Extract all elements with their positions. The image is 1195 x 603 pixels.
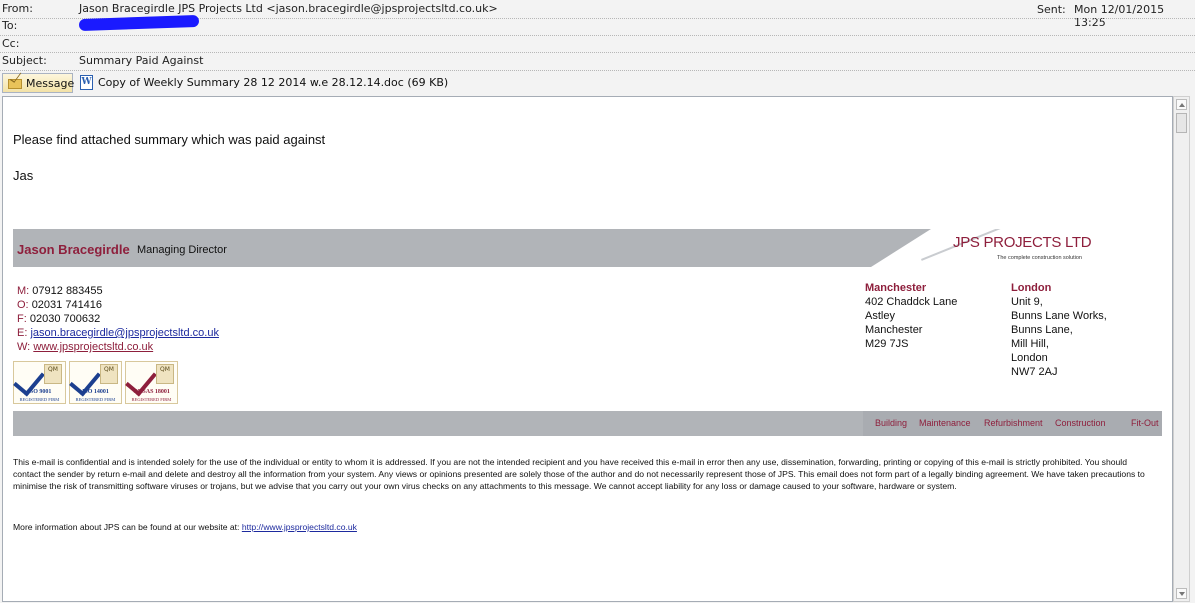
contact-email: E: jason.bracegirdle@jpsprojectsltd.co.u… — [17, 327, 219, 339]
qm-mark: QM — [156, 364, 174, 384]
website-link[interactable]: www.jpsprojectsltd.co.uk — [33, 341, 153, 353]
services-panel: Building Maintenance Refurbishment Const… — [863, 411, 1162, 436]
disclaimer-text: This e-mail is confidential and is inten… — [13, 457, 1145, 491]
signature-role: Managing Director — [137, 244, 227, 256]
subject-label: Subject: — [2, 54, 47, 67]
divider — [0, 70, 1195, 71]
sent-label: Sent: — [1037, 3, 1066, 16]
cc-label: Cc: — [2, 37, 20, 50]
sent-value: Mon 12/01/2015 13:25 — [1074, 3, 1165, 29]
service-fitout: Fit-Out — [1131, 418, 1159, 428]
cert-ohsas18001-badge: QM OHSAS 18001 REGISTERED FIRM — [125, 361, 178, 404]
cert-iso9001-badge: QM ISO 9001 REGISTERED FIRM — [13, 361, 66, 404]
services-band: Building Maintenance Refurbishment Const… — [13, 411, 1162, 436]
address-manchester: Manchester 402 Chaddck Lane Astley Manch… — [865, 282, 958, 350]
scroll-up-arrow-icon[interactable] — [1176, 99, 1187, 110]
logo-tagline: The complete construction solution — [997, 255, 1082, 261]
logo-text: JPS PROJECTS LTD — [953, 234, 1092, 251]
contact-fax: F: 02030 700632 — [17, 313, 101, 325]
tab-message-label: Message — [26, 77, 75, 90]
divider — [0, 52, 1195, 53]
contact-mobile: M: 07912 883455 — [17, 285, 103, 297]
message-body-pane: Please find attached summary which was p… — [2, 96, 1173, 602]
message-header: From: Jason Bracegirdle JPS Projects Ltd… — [0, 0, 1195, 72]
scroll-down-arrow-icon[interactable] — [1176, 588, 1187, 599]
scroll-thumb[interactable] — [1176, 113, 1187, 133]
service-maintenance: Maintenance — [919, 418, 971, 428]
attachment-label: Copy of Weekly Summary 28 12 2014 w.e 28… — [98, 76, 449, 89]
from-label: From: — [2, 2, 33, 15]
divider — [0, 35, 1195, 36]
service-refurbishment: Refurbishment — [984, 418, 1043, 428]
body-signoff: Jas — [13, 168, 34, 183]
body-line: Please find attached summary which was p… — [13, 132, 326, 147]
to-label: To: — [2, 19, 18, 32]
signature-name: Jason Bracegirdle — [17, 242, 130, 257]
address-london: London Unit 9, Bunns Lane Works, Bunns L… — [1011, 282, 1107, 378]
tab-message[interactable]: Message — [2, 73, 75, 93]
signature-banner: Jason Bracegirdle Managing Director JPS … — [13, 229, 1162, 267]
contact-office: O: 02031 741416 — [17, 299, 103, 311]
service-construction: Construction — [1055, 418, 1106, 428]
city-manchester: Manchester — [865, 282, 927, 294]
vertical-scrollbar[interactable] — [1173, 96, 1190, 602]
word-document-icon: W — [80, 75, 93, 90]
website-footer-link[interactable]: http://www.jpsprojectsltd.co.uk — [242, 522, 357, 532]
qm-mark: QM — [44, 364, 62, 384]
qm-mark: QM — [100, 364, 118, 384]
cert-iso14001-badge: QM ISO 14001 REGISTERED FIRM — [69, 361, 122, 404]
contact-website: W: www.jpsprojectsltd.co.uk — [17, 341, 154, 353]
more-info: More information about JPS can be found … — [13, 522, 357, 532]
service-building: Building — [875, 418, 908, 428]
envelope-icon — [8, 79, 22, 89]
company-logo: JPS PROJECTS LTD The complete constructi… — [871, 229, 1162, 267]
attachment-bar: Message W Copy of Weekly Summary 28 12 2… — [0, 72, 1195, 94]
from-value[interactable]: Jason Bracegirdle JPS Projects Ltd <jaso… — [79, 2, 498, 15]
email-link[interactable]: jason.bracegirdle@jpsprojectsltd.co.uk — [30, 327, 218, 339]
subject-value: Summary Paid Against — [79, 54, 204, 67]
logo-shape — [871, 229, 931, 267]
city-london: London — [1011, 282, 1052, 294]
